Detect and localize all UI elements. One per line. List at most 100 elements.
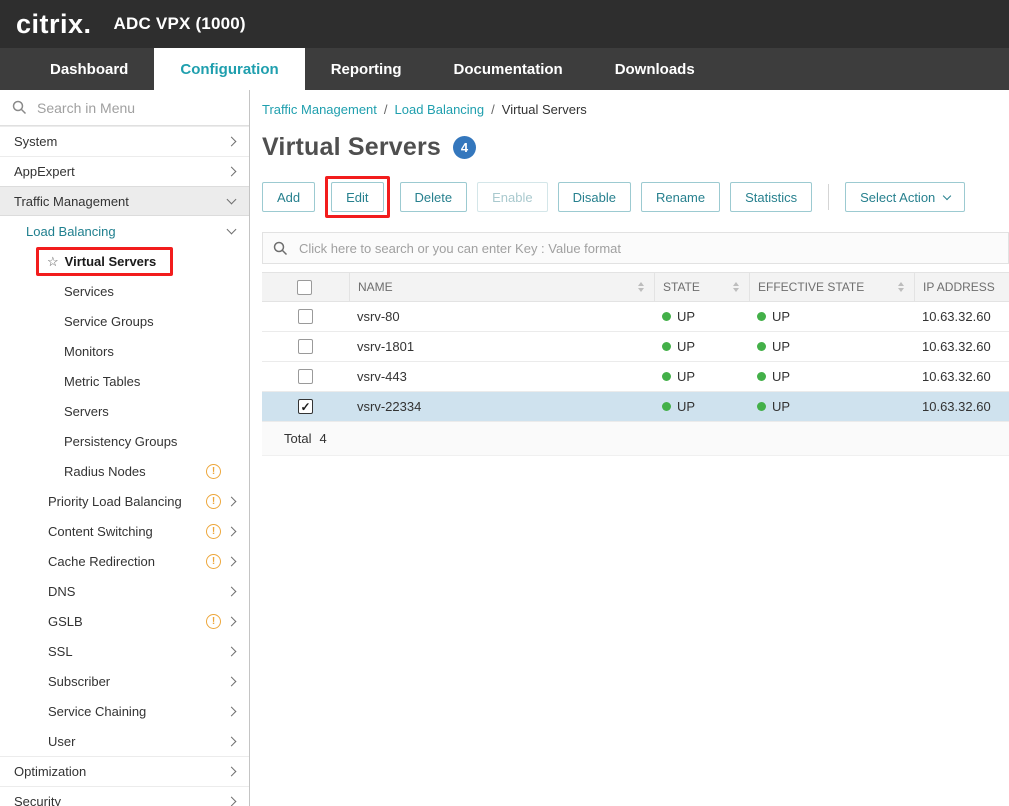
sidebar-item-label: Load Balancing: [26, 224, 116, 239]
nav-tab-downloads[interactable]: Downloads: [589, 48, 721, 90]
sidebar-item-subscriber[interactable]: Subscriber: [0, 666, 249, 696]
sidebar-item-cache-redirection[interactable]: Cache Redirection!: [0, 546, 249, 576]
ip-address: 10.63.32.60: [922, 339, 991, 354]
sidebar-item-metric-tables[interactable]: Metric Tables: [0, 366, 249, 396]
sort-icon[interactable]: [638, 282, 644, 292]
table-row[interactable]: vsrv-80UPUP10.63.32.60: [262, 302, 1009, 332]
vserver-name: vsrv-80: [357, 309, 400, 324]
chevron-right-icon: [227, 736, 237, 746]
toolbar: Add Edit Delete Enable Disable Rename Statisti…: [262, 176, 1009, 218]
search-icon: [273, 241, 288, 256]
sidebar-item-dns[interactable]: DNS: [0, 576, 249, 606]
sidebar-item-user[interactable]: User: [0, 726, 249, 756]
table-search-bar[interactable]: [262, 232, 1009, 264]
chevron-right-icon: [227, 526, 237, 536]
select-action-button[interactable]: Select Action: [845, 182, 965, 212]
table-search-input[interactable]: [297, 240, 998, 257]
column-header-effective-state-label: EFFECTIVE STATE: [758, 280, 864, 294]
breadcrumb-link-load-balancing[interactable]: Load Balancing: [395, 102, 485, 117]
page-title: Virtual Servers: [262, 133, 441, 162]
enable-button[interactable]: Enable: [477, 182, 547, 212]
sidebar-item-monitors[interactable]: Monitors: [0, 336, 249, 366]
sort-icon[interactable]: [898, 282, 904, 292]
table-row[interactable]: vsrv-1801UPUP10.63.32.60: [262, 332, 1009, 362]
row-checkbox[interactable]: ✓: [298, 399, 313, 414]
table-row[interactable]: vsrv-443UPUP10.63.32.60: [262, 362, 1009, 392]
table-body: vsrv-80UPUP10.63.32.60vsrv-1801UPUP10.63…: [262, 302, 1009, 422]
row-checkbox[interactable]: [298, 339, 313, 354]
sidebar-item-service-chaining[interactable]: Service Chaining: [0, 696, 249, 726]
sidebar-item-label: GSLB: [48, 614, 83, 629]
table-row[interactable]: ✓vsrv-22334UPUP10.63.32.60: [262, 392, 1009, 422]
sidebar-item-system[interactable]: System: [0, 126, 249, 156]
sidebar-item-persistency-groups[interactable]: Persistency Groups: [0, 426, 249, 456]
effective-state-text: UP: [772, 339, 790, 354]
sidebar-item-label: Metric Tables: [64, 374, 140, 389]
effective-state-text: UP: [772, 399, 790, 414]
sidebar-item-optimization[interactable]: Optimization: [0, 756, 249, 786]
delete-button[interactable]: Delete: [400, 182, 468, 212]
nav-tab-configuration[interactable]: Configuration: [154, 48, 304, 90]
statistics-button[interactable]: Statistics: [730, 182, 812, 212]
nav-tab-reporting[interactable]: Reporting: [305, 48, 428, 90]
sidebar-item-priority-load-balancing[interactable]: Priority Load Balancing!: [0, 486, 249, 516]
chevron-down-icon: [227, 195, 237, 205]
breadcrumb-separator: /: [491, 102, 495, 117]
main-content: Traffic Management / Load Balancing / Vi…: [250, 90, 1009, 806]
effective-state-text: UP: [772, 309, 790, 324]
table-total-row: Total 4: [262, 422, 1009, 456]
column-header-ip-address[interactable]: IP ADDRESS: [914, 273, 1009, 301]
sidebar-item-traffic-management[interactable]: Traffic Management: [0, 186, 249, 216]
sidebar-item-radius-nodes[interactable]: Radius Nodes!: [0, 456, 249, 486]
edit-button[interactable]: Edit: [331, 182, 383, 212]
select-all-checkbox[interactable]: [297, 280, 312, 295]
sidebar-search[interactable]: [0, 90, 249, 126]
sidebar-item-ssl[interactable]: SSL: [0, 636, 249, 666]
chevron-down-icon: [227, 225, 237, 235]
sort-icon[interactable]: [733, 282, 739, 292]
sidebar-item-label: AppExpert: [14, 164, 75, 179]
disable-button[interactable]: Disable: [558, 182, 631, 212]
breadcrumb-link-traffic-management[interactable]: Traffic Management: [262, 102, 377, 117]
nav-tab-dashboard[interactable]: Dashboard: [24, 48, 154, 90]
nav-tab-documentation[interactable]: Documentation: [428, 48, 589, 90]
row-checkbox[interactable]: [298, 369, 313, 384]
breadcrumb-separator: /: [384, 102, 388, 117]
chevron-right-icon: [227, 797, 237, 806]
column-header-name[interactable]: NAME: [349, 273, 654, 301]
sidebar-item-content-switching[interactable]: Content Switching!: [0, 516, 249, 546]
sidebar-item-virtual-servers[interactable]: ☆Virtual Servers: [0, 246, 249, 276]
sidebar-item-security[interactable]: Security: [0, 786, 249, 806]
sidebar-item-label: Monitors: [64, 344, 114, 359]
column-header-effective-state[interactable]: EFFECTIVE STATE: [749, 273, 914, 301]
warning-icon: !: [206, 494, 221, 509]
column-header-state[interactable]: STATE: [654, 273, 749, 301]
sidebar-item-services[interactable]: Services: [0, 276, 249, 306]
status-up-dot: [662, 342, 671, 351]
sidebar-item-label: DNS: [48, 584, 75, 599]
sidebar-item-service-groups[interactable]: Service Groups: [0, 306, 249, 336]
breadcrumb: Traffic Management / Load Balancing / Vi…: [262, 102, 1009, 117]
sidebar-item-gslb[interactable]: GSLB!: [0, 606, 249, 636]
annotation-box: Edit: [325, 176, 389, 218]
star-icon: ☆: [47, 255, 59, 268]
top-header: citrix. ADC VPX (1000): [0, 0, 1009, 48]
sidebar-item-appexpert[interactable]: AppExpert: [0, 156, 249, 186]
sidebar-item-label: Servers: [64, 404, 109, 419]
sidebar-search-input[interactable]: [35, 99, 237, 117]
search-icon: [12, 100, 27, 115]
status-up-dot: [757, 372, 766, 381]
sidebar-item-load-balancing[interactable]: Load Balancing: [0, 216, 249, 246]
sidebar-item-label: Cache Redirection: [48, 554, 155, 569]
ip-address: 10.63.32.60: [922, 399, 991, 414]
row-checkbox[interactable]: [298, 309, 313, 324]
status-up-dot: [662, 372, 671, 381]
add-button[interactable]: Add: [262, 182, 315, 212]
sidebar-item-label: Optimization: [14, 764, 86, 779]
rename-button[interactable]: Rename: [641, 182, 720, 212]
toolbar-divider: [828, 184, 829, 210]
sidebar-item-label: Service Chaining: [48, 704, 146, 719]
sidebar-item-servers[interactable]: Servers: [0, 396, 249, 426]
status-up-dot: [757, 342, 766, 351]
sidebar-item-label: System: [14, 134, 57, 149]
